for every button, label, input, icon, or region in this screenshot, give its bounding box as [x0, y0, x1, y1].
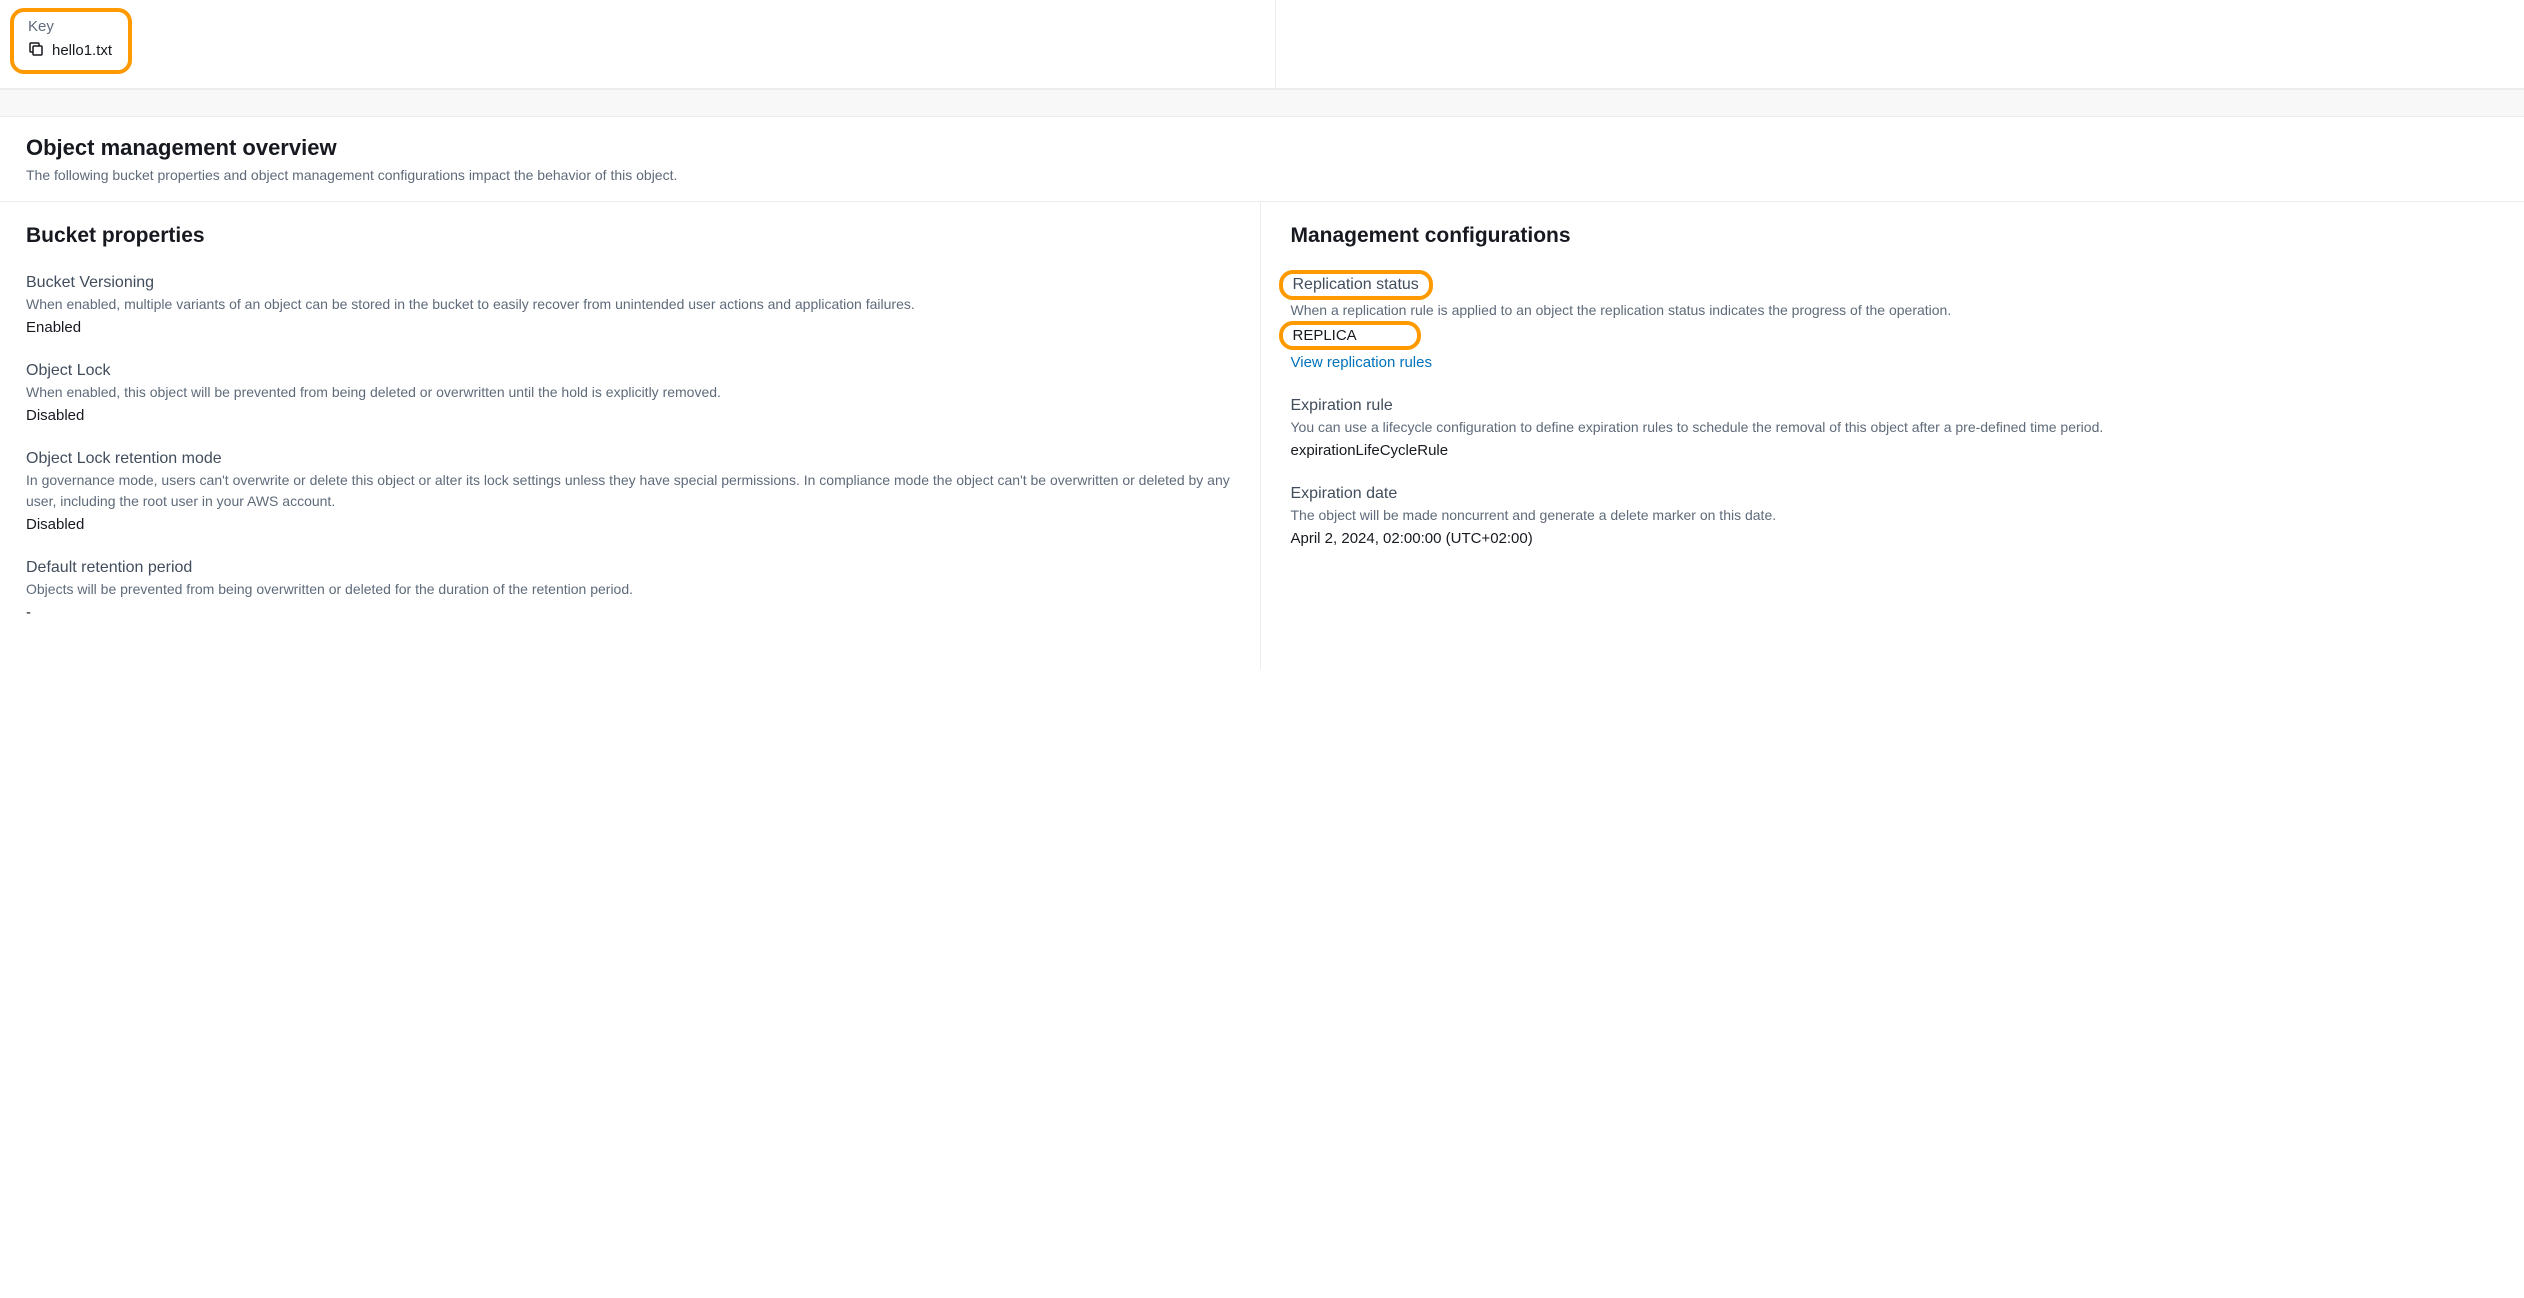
bucket-versioning-label: Bucket Versioning	[26, 274, 1234, 292]
expiration-date-description: The object will be made noncurrent and g…	[1291, 505, 2499, 526]
bucket-versioning-description: When enabled, multiple variants of an ob…	[26, 294, 1234, 315]
overview-title: Object management overview	[26, 135, 2498, 161]
bucket-versioning-block: Bucket Versioning When enabled, multiple…	[26, 274, 1234, 336]
expiration-date-label: Expiration date	[1291, 485, 2499, 503]
bucket-properties-column: Bucket properties Bucket Versioning When…	[0, 202, 1261, 669]
bucket-versioning-value: Enabled	[26, 319, 1234, 336]
expiration-rule-description: You can use a lifecycle configuration to…	[1291, 417, 2499, 438]
retention-mode-description: In governance mode, users can't overwrit…	[26, 470, 1234, 512]
key-highlight-box: Key hello1.txt	[10, 8, 132, 74]
replication-status-label: Replication status	[1293, 276, 1419, 293]
replication-status-description: When a replication rule is applied to an…	[1291, 300, 2499, 321]
retention-period-label: Default retention period	[26, 559, 1234, 577]
key-label: Key	[28, 18, 112, 35]
key-value: hello1.txt	[52, 42, 112, 59]
overview-description: The following bucket properties and obje…	[26, 167, 2498, 183]
management-configurations-column: Management configurations Replication st…	[1261, 202, 2524, 669]
expiration-rule-value: expirationLifeCycleRule	[1291, 442, 2499, 459]
retention-mode-label: Object Lock retention mode	[26, 450, 1234, 468]
retention-mode-block: Object Lock retention mode In governance…	[26, 450, 1234, 533]
expiration-rule-label: Expiration rule	[1291, 397, 2499, 415]
replication-status-value-highlight: REPLICA	[1279, 321, 1421, 350]
retention-period-description: Objects will be prevented from being ove…	[26, 579, 1234, 600]
management-configurations-title: Management configurations	[1291, 224, 2499, 248]
expiration-date-value: April 2, 2024, 02:00:00 (UTC+02:00)	[1291, 530, 2499, 547]
replication-status-block: Replication status When a replication ru…	[1291, 274, 2499, 371]
view-replication-rules-link[interactable]: View replication rules	[1291, 354, 1432, 371]
overview-header: Object management overview The following…	[0, 117, 2524, 202]
copy-icon[interactable]	[28, 41, 44, 60]
object-lock-description: When enabled, this object will be preven…	[26, 382, 1234, 403]
retention-period-block: Default retention period Objects will be…	[26, 559, 1234, 621]
object-lock-value: Disabled	[26, 407, 1234, 424]
replication-status-highlight: Replication status	[1279, 270, 1433, 300]
retention-period-value: -	[26, 604, 1234, 621]
vertical-separator	[1275, 0, 1276, 88]
section-divider	[0, 89, 2524, 117]
replication-status-value: REPLICA	[1293, 327, 1357, 344]
bucket-properties-title: Bucket properties	[26, 224, 1234, 248]
object-lock-label: Object Lock	[26, 362, 1234, 380]
object-lock-block: Object Lock When enabled, this object wi…	[26, 362, 1234, 424]
expiration-date-block: Expiration date The object will be made …	[1291, 485, 2499, 547]
expiration-rule-block: Expiration rule You can use a lifecycle …	[1291, 397, 2499, 459]
retention-mode-value: Disabled	[26, 516, 1234, 533]
